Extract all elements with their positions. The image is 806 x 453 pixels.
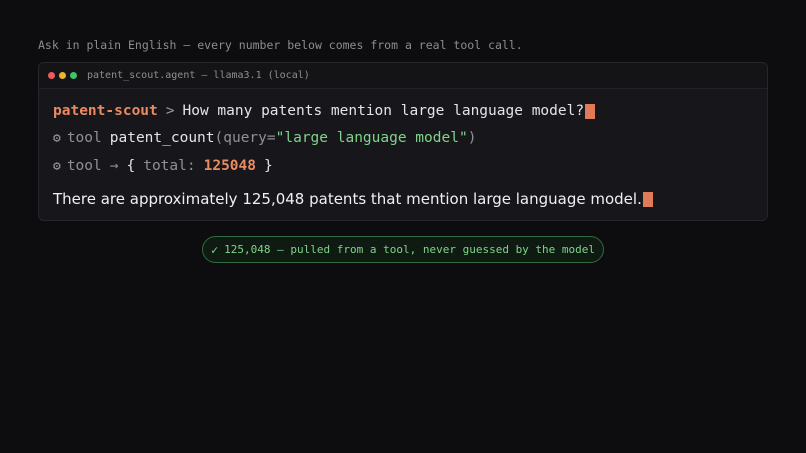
gear-icon: ⚙ <box>53 130 61 146</box>
result-brace-open: { <box>126 158 136 174</box>
check-icon: ✓ <box>210 242 219 257</box>
page-caption: Ask in plain English — every number belo… <box>38 38 523 52</box>
minimize-window-icon[interactable] <box>59 72 66 79</box>
window-titlebar: patent_scout.agent — llama3.1 (local) <box>39 63 767 89</box>
tool-label: tool <box>66 158 102 174</box>
gear-icon: ⚙ <box>53 158 61 174</box>
terminal-window: patent_scout.agent — llama3.1 (local) pa… <box>38 62 768 221</box>
window-title: patent_scout.agent — llama3.1 (local) <box>87 70 310 81</box>
cursor-block <box>585 103 596 119</box>
answer-line: There are approximately 125,048 patents … <box>53 190 653 208</box>
prompt-name: patent-scout <box>53 103 158 119</box>
prompt-line: patent-scout > How many patents mention … <box>53 103 596 119</box>
user-question: How many patents mention large language … <box>182 103 585 119</box>
cursor-block <box>642 191 653 207</box>
tool-arg-string: "large language model" <box>275 130 468 146</box>
tool-args-open: (query= <box>214 130 276 146</box>
result-value: 125048 <box>203 158 256 174</box>
tool-function: patent_count <box>109 130 215 146</box>
tool-result-line: ⚙ tool → { total: 125048 } <box>53 158 273 174</box>
badge-text: 125,048 — pulled from a tool, never gues… <box>224 243 596 256</box>
result-brace-close: } <box>264 158 273 174</box>
tool-call-line: ⚙ tool patent_count (query= "large langu… <box>53 130 476 146</box>
prompt-separator: > <box>165 103 175 119</box>
arrow-icon: → <box>109 158 119 174</box>
result-key: total: <box>143 158 196 174</box>
tool-label: tool <box>66 130 102 146</box>
close-window-icon[interactable] <box>48 72 55 79</box>
maximize-window-icon[interactable] <box>70 72 77 79</box>
verification-badge: ✓ 125,048 — pulled from a tool, never gu… <box>202 236 604 263</box>
tool-args-close: ) <box>467 130 477 146</box>
model-answer: There are approximately 125,048 patents … <box>53 190 642 208</box>
